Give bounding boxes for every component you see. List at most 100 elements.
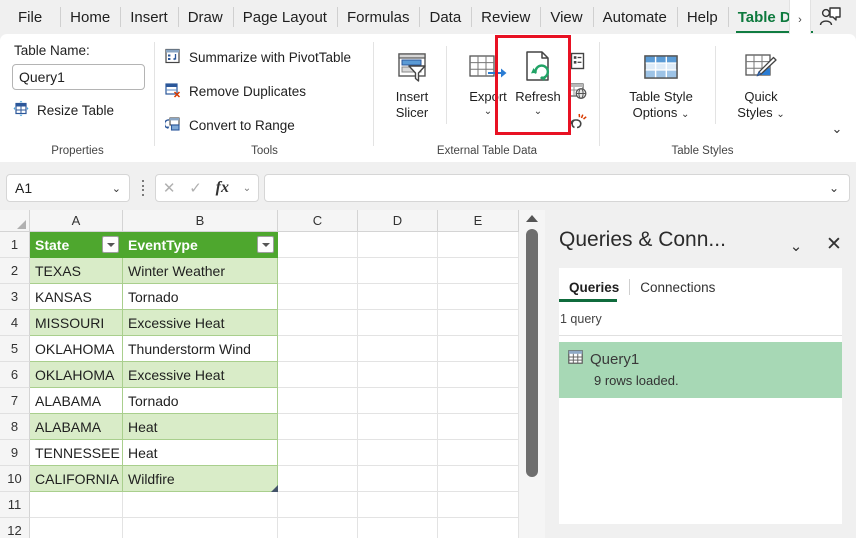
tab-connections[interactable]: Connections	[630, 280, 725, 295]
tab-data[interactable]: Data	[419, 0, 471, 34]
tab-help[interactable]: Help	[677, 0, 728, 34]
column-header-e[interactable]: E	[438, 210, 519, 232]
table-cell[interactable]: Excessive Heat	[123, 310, 278, 336]
tab-label: Queries	[569, 280, 619, 295]
row-label: 10	[7, 471, 21, 486]
filter-dropdown-icon[interactable]	[102, 236, 119, 253]
tab-view[interactable]: View	[540, 0, 592, 34]
table-cell[interactable]: OKLAHOMA	[30, 336, 123, 362]
row-header-10[interactable]: 10	[0, 466, 30, 492]
insert-slicer-label-line2: Slicer	[396, 105, 429, 120]
cancel-formula-icon[interactable]: ✕	[163, 179, 176, 197]
table-cell[interactable]: Heat	[123, 440, 278, 466]
scroll-up-icon[interactable]	[519, 210, 545, 226]
table-cell[interactable]: Winter Weather	[123, 258, 278, 284]
row-header-11[interactable]: 11	[0, 492, 30, 518]
formula-input[interactable]: ⌄	[264, 174, 850, 202]
table-cell[interactable]: ALABAMA	[30, 388, 123, 414]
tab-queries[interactable]: Queries	[559, 280, 629, 295]
column-header-c[interactable]: C	[278, 210, 358, 232]
column-label: C	[313, 213, 322, 228]
remove-duplicates-icon	[165, 82, 181, 101]
column-label: E	[474, 213, 483, 228]
tab-automate[interactable]: Automate	[593, 0, 677, 34]
table-style-options-chevron-down-icon[interactable]: ⌄	[681, 109, 689, 120]
tab-insert[interactable]: Insert	[120, 0, 178, 34]
column-header-a[interactable]: A	[30, 210, 123, 232]
ribbon-collapse-chevron-icon[interactable]: ⌄	[826, 118, 848, 140]
query-list-item[interactable]: Query1 9 rows loaded.	[559, 342, 842, 398]
tab-label: File	[18, 9, 42, 26]
column-header-b[interactable]: B	[123, 210, 278, 232]
ribbon-group-tools: Summarize with PivotTable Remove Duplica…	[155, 34, 374, 162]
quick-styles-chevron-down-icon[interactable]: ⌄	[776, 109, 784, 120]
ribbon-tab-bar: File Home Insert Draw Page Layout Formul…	[0, 0, 856, 34]
table-header-cell-state[interactable]: State	[30, 232, 123, 258]
pane-rule	[559, 335, 842, 336]
row-header-3[interactable]: 3	[0, 284, 30, 310]
select-all-button[interactable]	[0, 210, 30, 232]
table-cell[interactable]: Tornado	[123, 388, 278, 414]
row-header-7[interactable]: 7	[0, 388, 30, 414]
table-cell[interactable]: TENNESSEE	[30, 440, 123, 466]
row-header-4[interactable]: 4	[0, 310, 30, 336]
spreadsheet-grid: A B C D E 1 2 3 4 5 6 7 8 9 10 11 12 13 …	[0, 210, 545, 538]
row-label: 3	[11, 289, 18, 304]
row-header-2[interactable]: 2	[0, 258, 30, 284]
row-header-12[interactable]: 12	[0, 518, 30, 538]
filter-dropdown-icon[interactable]	[257, 236, 274, 253]
export-chevron-down-icon[interactable]: ⌄	[484, 106, 492, 118]
formula-bar: A1 ⌄ ✕ ✓ fx ⌄ ⌄	[0, 166, 856, 210]
summarize-with-pivottable-button[interactable]: Summarize with PivotTable	[165, 44, 351, 70]
table-header-cell-eventtype[interactable]: EventType	[123, 232, 278, 258]
table-cell[interactable]: OKLAHOMA	[30, 362, 123, 388]
table-cell[interactable]: Tornado	[123, 284, 278, 310]
insert-slicer-button[interactable]: Insert Slicer	[382, 42, 442, 146]
insert-function-icon[interactable]: fx	[216, 179, 229, 197]
pivottable-icon	[165, 48, 181, 67]
row-header-8[interactable]: 8	[0, 414, 30, 440]
table-cell[interactable]: Excessive Heat	[123, 362, 278, 388]
table-style-options-button[interactable]: Table Style Options ⌄	[616, 42, 706, 146]
scrollbar-thumb[interactable]	[526, 229, 538, 477]
pane-close-icon[interactable]: ✕	[823, 233, 845, 255]
tab-home[interactable]: Home	[60, 0, 120, 34]
tab-file[interactable]: File	[0, 0, 60, 34]
table-cell[interactable]: ALABAMA	[30, 414, 123, 440]
ribbon: Table Name: Resize Table	[0, 34, 856, 162]
column-header-d[interactable]: D	[358, 210, 438, 232]
formula-bar-grip[interactable]	[138, 180, 148, 196]
resize-table-button[interactable]: Resize Table	[12, 97, 114, 123]
table-cell[interactable]: TEXAS	[30, 258, 123, 284]
enter-formula-icon[interactable]: ✓	[189, 179, 202, 197]
row-header-1[interactable]: 1	[0, 232, 30, 258]
table-name-input[interactable]	[12, 64, 145, 90]
table-cell[interactable]: Wildfire	[123, 466, 278, 492]
table-cell[interactable]: MISSOURI	[30, 310, 123, 336]
vertical-scrollbar[interactable]	[519, 210, 545, 538]
table-style-options-icon	[641, 48, 681, 84]
table-cell[interactable]: CALIFORNIA	[30, 466, 123, 492]
remove-duplicates-button[interactable]: Remove Duplicates	[165, 78, 306, 104]
convert-to-range-button[interactable]: Convert to Range	[165, 112, 295, 138]
name-box[interactable]: A1 ⌄	[6, 174, 130, 202]
resize-table-label: Resize Table	[37, 103, 114, 118]
table-cell[interactable]: KANSAS	[30, 284, 123, 310]
name-box-chevron-down-icon[interactable]: ⌄	[112, 182, 121, 195]
share-person-icon[interactable]	[810, 3, 850, 31]
tab-review[interactable]: Review	[471, 0, 540, 34]
formula-expand-chevron-icon[interactable]: ⌄	[829, 181, 839, 195]
row-header-9[interactable]: 9	[0, 440, 30, 466]
function-chevron-down-icon[interactable]: ⌄	[243, 183, 251, 194]
pane-chevron-down-icon[interactable]: ⌄	[785, 235, 807, 257]
table-header-label: State	[35, 237, 69, 253]
tab-formulas[interactable]: Formulas	[337, 0, 420, 34]
row-header-5[interactable]: 5	[0, 336, 30, 362]
table-cell[interactable]: Thunderstorm Wind	[123, 336, 278, 362]
row-header-6[interactable]: 6	[0, 362, 30, 388]
quick-styles-button[interactable]: Quick Styles ⌄	[725, 42, 797, 146]
tab-draw[interactable]: Draw	[178, 0, 233, 34]
table-cell[interactable]: Heat	[123, 414, 278, 440]
tab-page-layout[interactable]: Page Layout	[233, 0, 337, 34]
pane-tabs: Queries Connections	[559, 274, 725, 300]
